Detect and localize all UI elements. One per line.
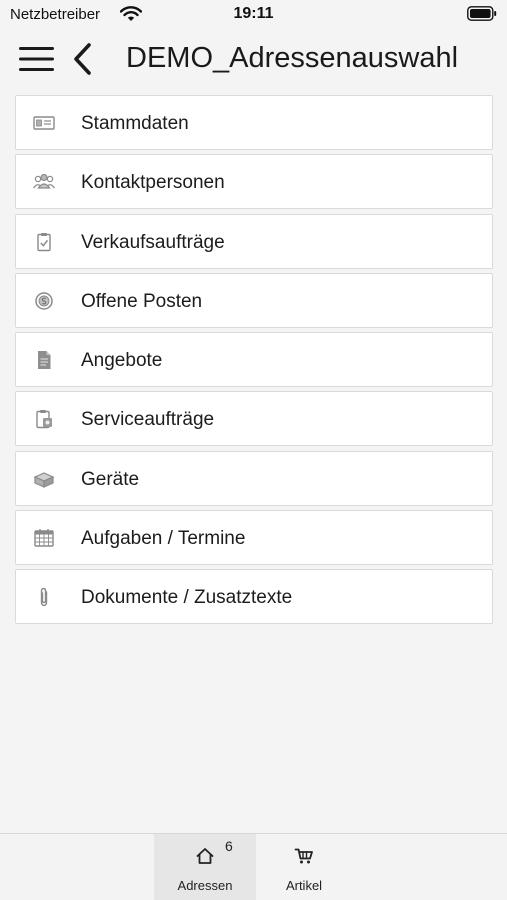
status-bar: Netzbetreiber 19:11 — [0, 0, 507, 30]
clock: 19:11 — [233, 5, 274, 22]
menu-item-dokumente-zusatztexte[interactable]: Dokumente / Zusatztexte — [15, 569, 493, 625]
tab-label: Artikel — [285, 878, 323, 893]
menu-item-label: Dokumente / Zusatztexte — [81, 587, 293, 609]
menu-item-label: Stammdaten — [81, 113, 189, 134]
tab-badge-count: 6 — [225, 838, 233, 854]
coin-icon — [32, 291, 56, 311]
service-clipboard-icon — [32, 409, 56, 429]
people-group-icon — [32, 172, 56, 192]
paperclip-icon — [32, 587, 56, 607]
menu-list: Stammdaten Kontaktpersonen Verkaufsauftr… — [15, 95, 493, 629]
menu-item-label: Angebote — [81, 350, 163, 372]
cart-icon — [256, 846, 352, 866]
tab-artikel[interactable]: Artikel — [256, 834, 352, 900]
document-icon — [32, 350, 56, 370]
menu-item-label: Kontaktpersonen — [81, 172, 225, 194]
menu-item-label: Aufgaben / Termine — [81, 528, 246, 550]
id-card-icon — [32, 113, 56, 133]
app-header: DEMO_Adressenauswahl — [0, 30, 507, 90]
menu-item-angebote[interactable]: Angebote — [15, 332, 493, 388]
menu-item-aufgaben-termine[interactable]: Aufgaben / Termine — [15, 510, 493, 566]
home-icon — [154, 846, 256, 866]
hamburger-menu-icon[interactable] — [18, 44, 56, 74]
clipboard-check-icon — [32, 232, 56, 252]
tab-adressen[interactable]: 6 Adressen — [154, 834, 256, 900]
chevron-left-icon[interactable] — [70, 42, 96, 76]
device-box-icon — [32, 469, 56, 489]
menu-item-geraete[interactable]: Geräte — [15, 450, 493, 506]
menu-item-label: Verkaufsaufträge — [81, 231, 225, 253]
menu-item-serviceauftraege[interactable]: Serviceaufträge — [15, 391, 493, 447]
menu-item-offene-posten[interactable]: Offene Posten — [15, 272, 493, 328]
tab-label: Adressen — [177, 878, 233, 893]
calendar-icon — [32, 528, 56, 548]
menu-item-label: Offene Posten — [81, 290, 203, 312]
page-title: DEMO_Adressenauswahl — [126, 42, 459, 74]
menu-item-label: Serviceaufträge — [81, 409, 215, 431]
battery-icon — [467, 6, 497, 21]
menu-item-stammdaten[interactable]: Stammdaten — [15, 95, 493, 150]
menu-item-kontaktpersonen[interactable]: Kontaktpersonen — [15, 154, 493, 210]
tab-bar: 6 Adressen Artikel — [0, 833, 507, 900]
menu-item-verkaufsauftraege[interactable]: Verkaufsaufträge — [15, 213, 493, 269]
menu-item-label: Geräte — [81, 468, 140, 490]
